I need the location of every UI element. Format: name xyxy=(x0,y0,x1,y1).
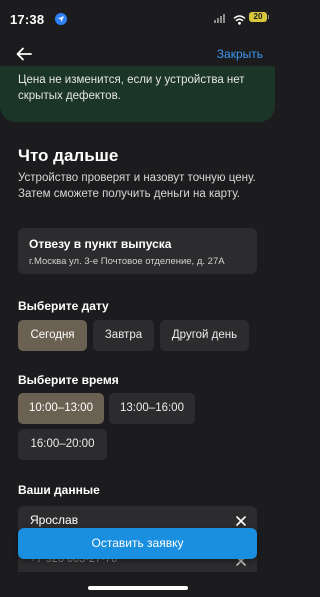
time-chip-10-13[interactable]: 10:00–13:00 xyxy=(18,393,104,424)
section-description: Устройство проверят и назовут точную цен… xyxy=(18,172,256,200)
battery-icon: 20 xyxy=(249,12,269,22)
time-chip-13-16[interactable]: 13:00–16:00 xyxy=(109,393,195,424)
close-link[interactable]: Закрыть xyxy=(217,47,263,61)
pickup-address: г.Москва ул. 3-е Почтовое отделение, д. … xyxy=(29,256,225,267)
status-bar: 17:38 20 xyxy=(0,0,275,40)
pickup-option-card[interactable]: Отвезу в пункт выпуска г.Москва ул. 3-е … xyxy=(18,228,257,274)
signal-icon xyxy=(214,14,225,23)
clear-name-icon[interactable] xyxy=(235,514,247,526)
date-chip-today[interactable]: Сегодня xyxy=(18,320,87,351)
date-chip-tomorrow[interactable]: Завтра xyxy=(93,320,154,351)
section-title: Что дальше xyxy=(18,146,119,165)
banner-text: Цена не изменится, если у устройства нет… xyxy=(18,74,245,102)
status-time: 17:38 xyxy=(10,12,45,27)
arrow-left-icon[interactable] xyxy=(14,44,34,64)
wifi-icon xyxy=(233,12,246,30)
date-label: Выберите дату xyxy=(18,299,109,313)
time-label: Выберите время xyxy=(18,373,119,387)
name-value: Ярослав xyxy=(30,513,79,527)
pickup-title: Отвезу в пункт выпуска xyxy=(29,237,172,251)
date-chip-other-day[interactable]: Другой день xyxy=(160,320,249,351)
submit-request-button[interactable]: Оставить заявку xyxy=(18,528,257,559)
location-icon xyxy=(55,13,67,25)
home-indicator xyxy=(88,586,188,590)
nav-bar: Закрыть xyxy=(0,40,275,68)
user-data-label: Ваши данные xyxy=(18,483,100,497)
time-chip-16-20[interactable]: 16:00–20:00 xyxy=(18,429,107,460)
